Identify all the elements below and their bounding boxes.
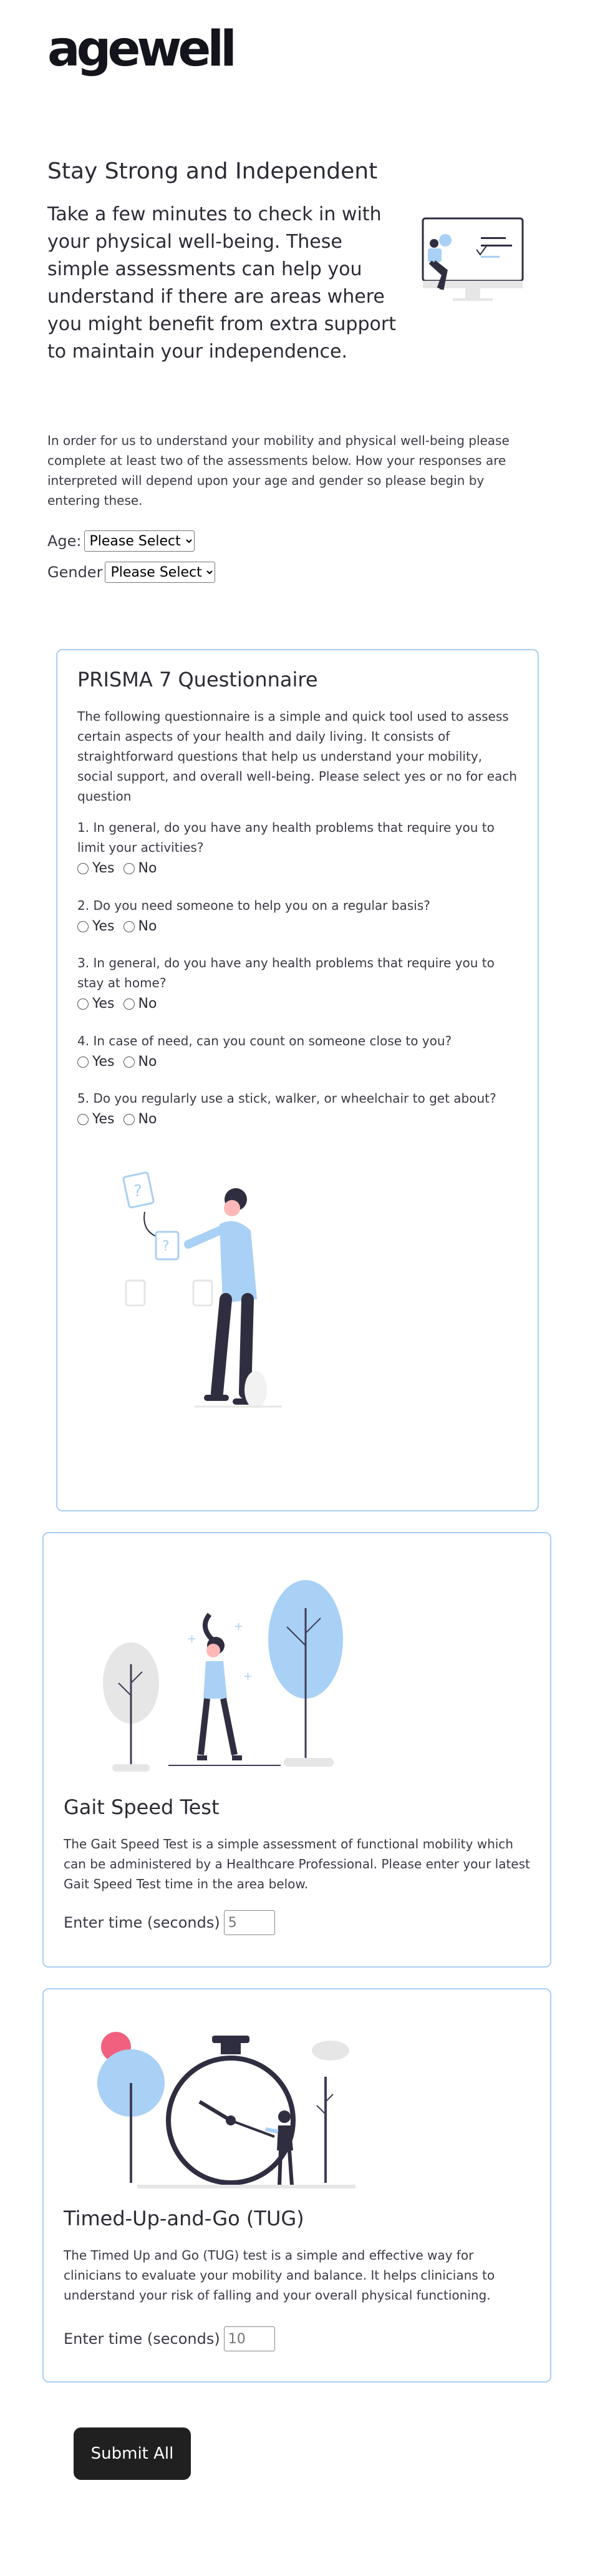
gait-time-input[interactable]	[223, 1910, 275, 1935]
yes-label: Yes	[92, 861, 115, 876]
svg-text:+: +	[234, 1620, 243, 1633]
svg-text:+: +	[187, 1632, 196, 1646]
prisma-description: The following questionnaire is a simple …	[77, 709, 517, 804]
no-label: No	[138, 1111, 157, 1127]
age-field: Age: Please Select	[47, 530, 195, 552]
tug-time-field: Enter time (seconds)	[64, 2326, 275, 2351]
submit-all-button[interactable]: Submit All	[74, 2427, 191, 2480]
question-5: 5. Do you regularly use a stick, walker,…	[77, 1088, 520, 1129]
prisma-title: PRISMA 7 Questionnaire	[77, 668, 318, 691]
question-5-options: Yes No	[77, 1110, 520, 1129]
tug-card: Timed-Up-and-Go (TUG) The Timed Up and G…	[42, 1988, 551, 2383]
hero-text: Take a few minutes to check in with your…	[47, 203, 396, 363]
question-1: 1. In general, do you have any health pr…	[77, 817, 520, 879]
question-text: 1. In general, do you have any health pr…	[77, 820, 495, 855]
no-radio[interactable]	[123, 863, 135, 874]
gait-time-label: Enter time (seconds)	[64, 1914, 220, 1931]
no-label: No	[138, 1054, 157, 1070]
tug-time-label: Enter time (seconds)	[64, 2330, 220, 2348]
no-label: No	[138, 996, 157, 1012]
yes-label: Yes	[92, 919, 115, 934]
yes-radio[interactable]	[77, 998, 89, 1010]
computer-user-illustration	[422, 217, 524, 301]
gait-title: Gait Speed Test	[64, 1795, 220, 1819]
intro-text: In order for us to understand your mobil…	[47, 433, 510, 508]
hero-title: Stay Strong and Independent	[47, 159, 378, 184]
tug-description: The Timed Up and Go (TUG) test is a simp…	[64, 2248, 495, 2303]
question-text: 5. Do you regularly use a stick, walker,…	[77, 1091, 496, 1106]
question-text: 3. In general, do you have any health pr…	[77, 955, 495, 990]
question-2: 2. Do you need someone to help you on a …	[77, 895, 520, 937]
question-3: 3. In general, do you have any health pr…	[77, 953, 520, 1014]
question-1-options: Yes No	[77, 859, 520, 879]
no-radio[interactable]	[123, 998, 135, 1010]
question-4: 4. In case of need, can you count on som…	[77, 1031, 520, 1072]
stopwatch-illustration	[97, 2032, 356, 2188]
svg-text:+: +	[243, 1670, 253, 1683]
tug-time-input[interactable]	[223, 2326, 275, 2351]
yes-label: Yes	[92, 996, 115, 1012]
question-4-options: Yes No	[77, 1052, 520, 1072]
no-radio[interactable]	[123, 921, 135, 932]
walking-person-illustration: + + +	[103, 1580, 343, 1772]
yes-radio[interactable]	[77, 1114, 89, 1125]
question-2-options: Yes No	[77, 917, 520, 937]
svg-text:?: ?	[162, 1239, 170, 1254]
no-radio[interactable]	[123, 1114, 135, 1125]
questionnaire-person-illustration: ? ?	[122, 1171, 282, 1408]
no-radio[interactable]	[123, 1056, 135, 1068]
prisma-card: PRISMA 7 Questionnaire The following que…	[56, 649, 539, 1511]
agewell-logo[interactable]: agewell	[47, 25, 237, 74]
question-3-options: Yes No	[77, 994, 520, 1014]
no-label: No	[138, 861, 157, 876]
gender-select[interactable]: Please Select	[105, 562, 216, 583]
yes-label: Yes	[92, 1111, 115, 1127]
gait-speed-card: + + + Gait Speed Test The Gait Speed Tes…	[42, 1532, 551, 1968]
yes-radio[interactable]	[77, 863, 89, 874]
age-select[interactable]: Please Select	[84, 530, 195, 552]
yes-radio[interactable]	[77, 921, 89, 932]
question-text: 2. Do you need someone to help you on a …	[77, 898, 430, 913]
gender-label: Gender	[47, 564, 103, 581]
gender-field: Gender Please Select	[47, 562, 216, 583]
tug-title: Timed-Up-and-Go (TUG)	[64, 2207, 304, 2230]
svg-text:?: ?	[133, 1182, 142, 1201]
yes-label: Yes	[92, 1054, 115, 1070]
no-label: No	[138, 919, 157, 934]
age-label: Age:	[47, 532, 82, 550]
yes-radio[interactable]	[77, 1056, 89, 1068]
question-text: 4. In case of need, can you count on som…	[77, 1033, 452, 1048]
gait-description: The Gait Speed Test is a simple assessme…	[64, 1837, 530, 1891]
gait-time-field: Enter time (seconds)	[64, 1910, 275, 1935]
